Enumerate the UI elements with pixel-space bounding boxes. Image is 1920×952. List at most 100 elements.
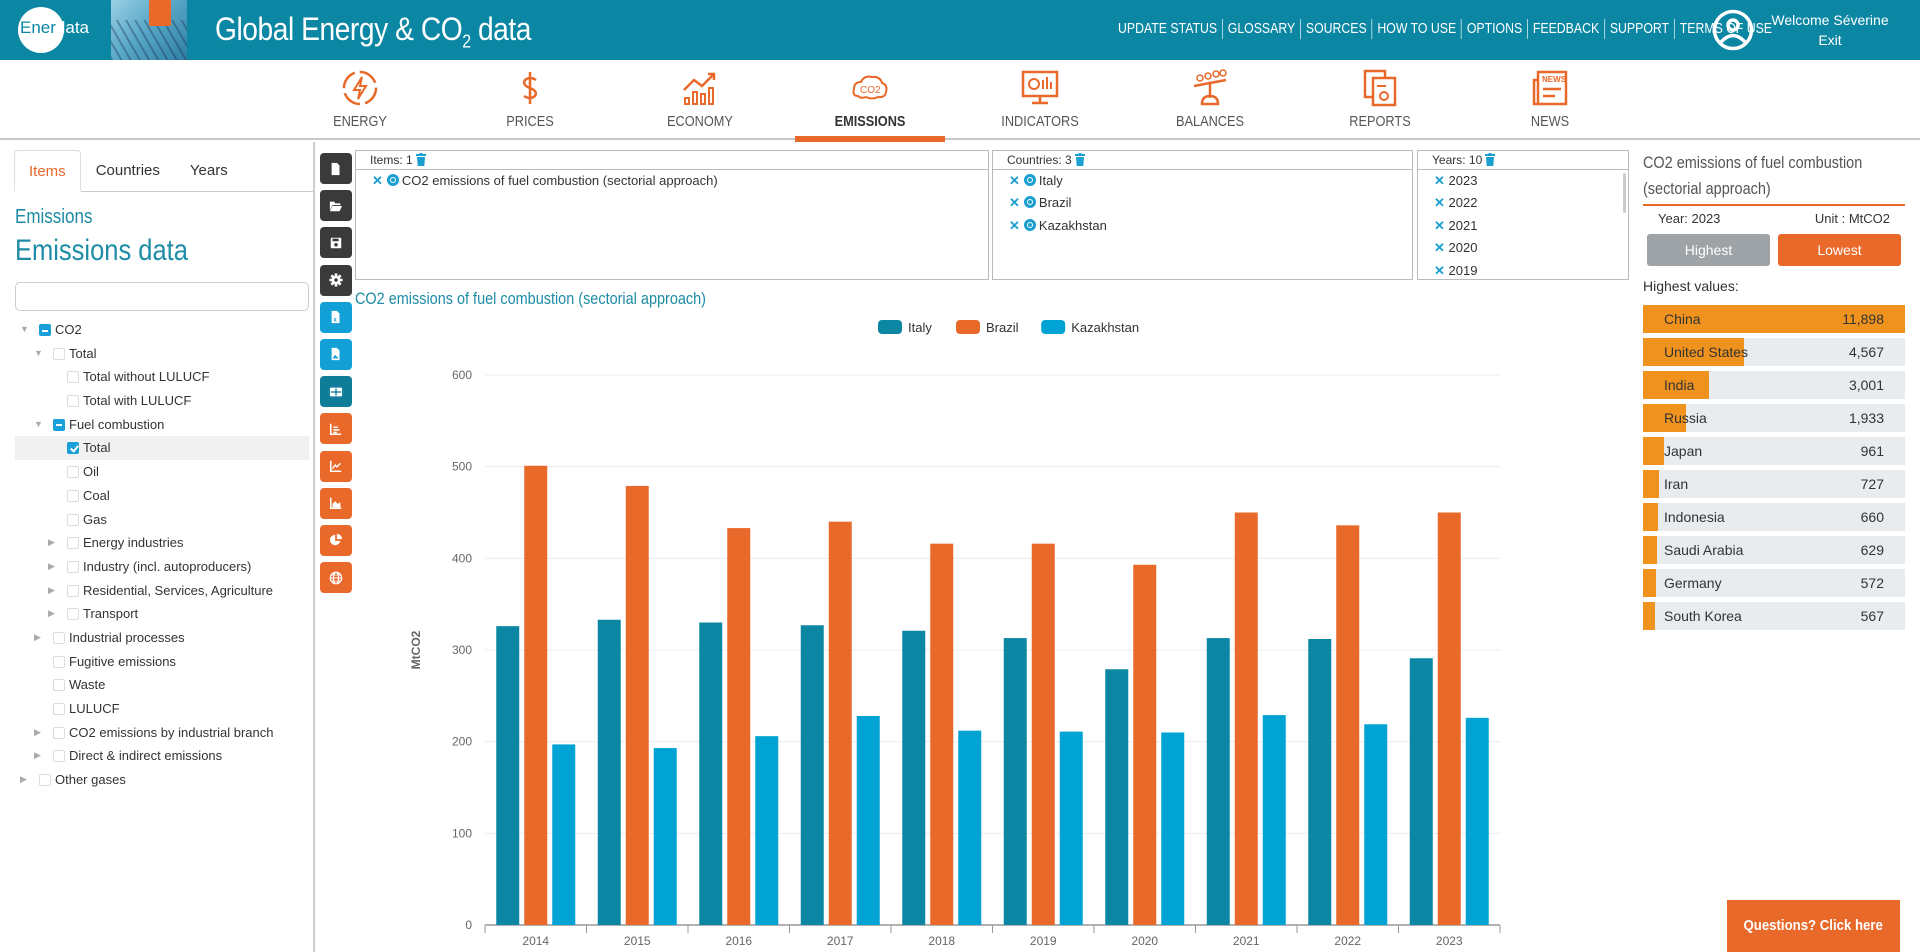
tree-node[interactable]: ▶ Residential, Services, Agriculture [15, 579, 309, 603]
new-file-button[interactable] [320, 153, 352, 184]
bar-brazil-2022[interactable] [1336, 525, 1360, 925]
bar-kazakhstan-2020[interactable] [1161, 732, 1185, 926]
tree-checkbox[interactable] [67, 489, 79, 502]
bar-italy-2017[interactable] [800, 625, 824, 925]
tab-years[interactable]: Years [175, 150, 243, 192]
tree-checkbox[interactable] [39, 324, 51, 336]
remove-icon[interactable]: ✕ [1434, 173, 1445, 188]
logo-text[interactable]: Enerdata [20, 18, 89, 38]
caret-right-icon[interactable]: ▶ [34, 626, 44, 650]
top-link-feedback[interactable]: FEEDBACK [1527, 19, 1604, 39]
bar-brazil-2021[interactable] [1234, 512, 1258, 926]
tree-node[interactable]: Coal [15, 484, 309, 508]
ranking-row[interactable]: India 3,001 [1643, 371, 1905, 399]
tree-node[interactable]: Total with LULUCF [15, 389, 309, 413]
top-link-sources[interactable]: SOURCES [1300, 19, 1371, 39]
nav-prices[interactable]: PRICES [455, 60, 605, 140]
remove-icon[interactable]: ✕ [1434, 195, 1445, 210]
eye-icon[interactable] [386, 174, 399, 186]
nav-emissions[interactable]: CO2 EMISSIONS [795, 60, 945, 142]
top-link-support[interactable]: SUPPORT [1604, 19, 1674, 39]
top-link-update-status[interactable]: UPDATE STATUS [1118, 19, 1222, 39]
bar-kazakhstan-2022[interactable] [1364, 724, 1388, 925]
nav-indicators[interactable]: INDICATORS [965, 60, 1115, 140]
tab-items[interactable]: Items [14, 150, 81, 192]
remove-icon[interactable]: ✕ [372, 173, 383, 188]
tree-node[interactable]: Total [15, 436, 309, 461]
top-link-how-to-use[interactable]: HOW TO USE [1371, 19, 1461, 39]
tree-checkbox[interactable] [67, 537, 79, 550]
tree-checkbox[interactable] [53, 726, 65, 739]
tree-checkbox[interactable] [53, 750, 65, 763]
tree-node[interactable]: ▶ Energy industries [15, 531, 309, 555]
caret-right-icon[interactable]: ▶ [48, 555, 58, 579]
eye-icon[interactable] [1023, 196, 1036, 209]
tree-checkbox[interactable] [67, 513, 79, 526]
nav-balances[interactable]: BALANCES [1135, 60, 1285, 140]
remove-icon[interactable]: ✕ [1434, 218, 1445, 233]
eye-icon[interactable] [1023, 218, 1036, 231]
bar-brazil-2014[interactable] [524, 465, 548, 925]
bar-kazakhstan-2016[interactable] [755, 736, 779, 925]
remove-icon[interactable]: ✕ [1009, 195, 1020, 210]
ranking-row[interactable]: Saudi Arabia 629 [1643, 536, 1905, 564]
clear-countries-trash-icon[interactable] [1074, 153, 1085, 172]
bar-brazil-2018[interactable] [930, 543, 954, 925]
tree-checkbox[interactable] [67, 608, 79, 621]
bar-italy-2020[interactable] [1105, 669, 1129, 925]
questions-help-button[interactable]: Questions? Click here [1727, 900, 1900, 952]
pie-chart-button[interactable] [320, 524, 352, 556]
caret-right-icon[interactable]: ▶ [34, 721, 44, 745]
bar-kazakhstan-2014[interactable] [552, 744, 576, 925]
remove-icon[interactable]: ✕ [1434, 263, 1445, 278]
tree-node[interactable]: Oil [15, 460, 309, 484]
bar-brazil-2020[interactable] [1133, 564, 1157, 925]
bar-brazil-2019[interactable] [1031, 543, 1055, 925]
bar-kazakhstan-2023[interactable] [1465, 717, 1489, 925]
bar-brazil-2016[interactable] [727, 528, 751, 925]
tab-countries[interactable]: Countries [81, 150, 175, 192]
tree-node[interactable]: ▼ CO2 [15, 318, 309, 342]
bar-italy-2022[interactable] [1308, 639, 1332, 925]
tree-node[interactable]: ▼ Total [15, 342, 309, 366]
remove-icon[interactable]: ✕ [1009, 173, 1020, 188]
top-link-glossary[interactable]: GLOSSARY [1222, 19, 1300, 39]
tree-search-input[interactable] [15, 282, 309, 311]
remove-icon[interactable]: ✕ [1434, 240, 1445, 255]
caret-right-icon[interactable]: ▶ [48, 531, 58, 555]
ranking-row[interactable]: Iran 727 [1643, 470, 1905, 498]
tree-node[interactable]: ▶ Industrial processes [15, 626, 309, 650]
legend-item-brazil[interactable]: Brazil [956, 320, 1019, 335]
ranking-row[interactable]: Japan 961 [1643, 437, 1905, 465]
caret-down-icon[interactable]: ▼ [20, 318, 30, 342]
settings-button[interactable] [320, 264, 352, 296]
tree-node[interactable]: ▶ CO2 emissions by industrial branch [15, 721, 309, 745]
caret-down-icon[interactable]: ▼ [34, 413, 44, 437]
export-excel-button[interactable]: x [320, 301, 352, 333]
tree-node[interactable]: Gas [15, 508, 309, 532]
tree-node[interactable]: LULUCF [15, 697, 309, 721]
caret-right-icon[interactable]: ▶ [20, 768, 30, 792]
tree-node[interactable]: ▶ Other gases [15, 768, 309, 792]
legend-item-italy[interactable]: Italy [878, 320, 932, 335]
tree-checkbox[interactable] [53, 655, 65, 668]
highest-button[interactable]: Highest [1647, 234, 1770, 266]
user-account-icon[interactable] [1712, 9, 1754, 51]
nav-reports[interactable]: REPORTS [1305, 60, 1455, 140]
save-button[interactable] [320, 227, 352, 259]
tree-checkbox[interactable] [53, 347, 65, 360]
bar-italy-2023[interactable] [1409, 658, 1433, 925]
bar-kazakhstan-2021[interactable] [1262, 715, 1286, 925]
caret-right-icon[interactable]: ▶ [48, 579, 58, 603]
bar-italy-2014[interactable] [496, 626, 520, 925]
top-link-options[interactable]: OPTIONS [1461, 19, 1527, 39]
bar-kazakhstan-2018[interactable] [958, 730, 982, 925]
ranking-row[interactable]: Indonesia 660 [1643, 503, 1905, 531]
tree-node[interactable]: Total without LULUCF [15, 365, 309, 389]
tree-checkbox[interactable] [67, 371, 79, 384]
ranking-row[interactable]: South Korea 567 [1643, 602, 1905, 630]
bar-brazil-2017[interactable] [828, 521, 852, 925]
tree-checkbox[interactable] [53, 631, 65, 644]
export-image-button[interactable] [320, 338, 352, 370]
tree-node[interactable]: ▶ Industry (incl. autoproducers) [15, 555, 309, 579]
